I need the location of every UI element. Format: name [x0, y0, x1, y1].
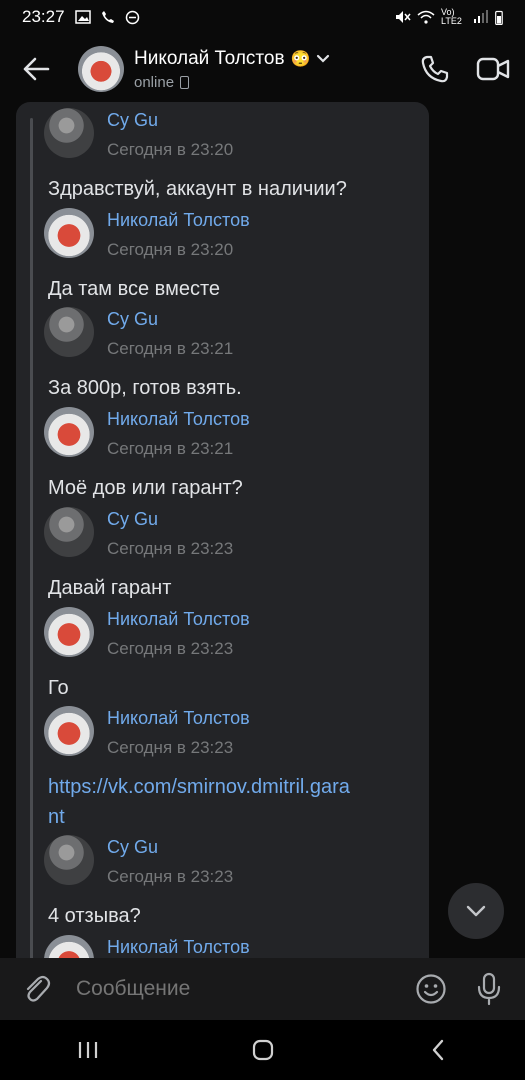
- wifi-icon: [417, 10, 435, 24]
- message-link-wrap: https://vk.com/smirnov.dmitril.garant: [48, 772, 358, 832]
- list-item: Cy Gu Сегодня в 23:23 4 отзыва?: [44, 835, 378, 931]
- list-item: Николай Толстов Сегодня в 23:23 https://…: [44, 706, 358, 832]
- dnd-icon: [125, 10, 139, 24]
- avatar[interactable]: [44, 607, 94, 657]
- message-link[interactable]: https://vk.com/smirnov.dmitril.garant: [48, 776, 350, 828]
- scroll-down-button[interactable]: [448, 883, 504, 939]
- message-time: Сегодня в 23:23: [107, 738, 234, 757]
- message-time: Сегодня в 23:23: [107, 639, 234, 658]
- message-text: Да там все вместе: [48, 278, 221, 300]
- avatar[interactable]: [44, 407, 94, 457]
- message-text: Давай гарант: [48, 577, 172, 599]
- message-time: Сегодня в 23:21: [107, 339, 234, 358]
- chevron-down-icon: [317, 54, 330, 63]
- message-text: Го: [48, 677, 69, 699]
- list-item: Cy Gu Сегодня в 23:21 За 800р, готов взя…: [44, 307, 378, 403]
- contact-status: online: [134, 73, 175, 91]
- list-item: Cy Gu Сегодня в 23:20 Здравствуй, аккаун…: [44, 108, 378, 204]
- gallery-icon: [74, 10, 91, 24]
- message-time: Сегодня в 23:20: [107, 140, 234, 159]
- mobile-icon: [180, 75, 190, 89]
- message-composer: [0, 958, 525, 1020]
- quote-bar: [30, 118, 33, 958]
- video-icon: [476, 57, 510, 81]
- message-text: За 800р, готов взять.: [48, 377, 242, 399]
- signal-icon: [474, 10, 488, 23]
- avatar[interactable]: [44, 208, 94, 258]
- status-bar: 23:27 Vo) LTE2: [0, 0, 525, 34]
- message-time: Сегодня в 23:23: [107, 539, 234, 558]
- microphone-icon: [477, 972, 501, 1006]
- message-text: Здравствуй, аккаунт в наличии?: [48, 178, 347, 200]
- contact-name: Николай Толстов: [134, 47, 285, 69]
- back-button[interactable]: [6, 39, 66, 99]
- message-author[interactable]: Николай Толстов: [107, 609, 250, 630]
- message-author[interactable]: Cy Gu: [107, 110, 233, 131]
- avatar[interactable]: [44, 307, 94, 357]
- phone-icon: [421, 55, 449, 83]
- attach-button[interactable]: [18, 971, 54, 1007]
- message-author[interactable]: Николай Толстов: [107, 937, 250, 958]
- battery-icon: [495, 10, 503, 25]
- chevron-down-icon: [466, 905, 486, 917]
- avatar[interactable]: [44, 507, 94, 557]
- call-button[interactable]: [417, 51, 453, 87]
- message-author[interactable]: Cy Gu: [107, 837, 233, 858]
- message-author[interactable]: Николай Толстов: [107, 409, 250, 430]
- message-input[interactable]: [74, 976, 413, 1002]
- network-label: Vo) LTE2: [441, 7, 462, 26]
- avatar[interactable]: [44, 835, 94, 885]
- list-item: Николай Толстов Сегодня в 23:23 Го: [44, 607, 378, 703]
- message-author[interactable]: Николай Толстов: [107, 210, 250, 231]
- emoji-button[interactable]: [413, 971, 449, 1007]
- system-nav-bar: [0, 1020, 525, 1080]
- list-item: Николай Толстов: [44, 935, 250, 958]
- message-time: Сегодня в 23:20: [107, 240, 234, 259]
- recent-apps-button[interactable]: [63, 1025, 113, 1075]
- forwarded-messages-bubble[interactable]: Cy Gu Сегодня в 23:20 Здравствуй, аккаун…: [16, 102, 429, 958]
- avatar[interactable]: [44, 706, 94, 756]
- chat-header: Николай Толстов 😳 online: [0, 34, 525, 104]
- message-author[interactable]: Николай Толстов: [107, 708, 250, 729]
- list-item: Николай Толстов Сегодня в 23:21 Моё дов …: [44, 407, 378, 503]
- voice-message-button[interactable]: [471, 971, 507, 1007]
- message-text: Моё дов или гарант?: [48, 477, 243, 499]
- paperclip-icon: [26, 975, 51, 1002]
- list-item: Cy Gu Сегодня в 23:23 Давай гарант: [44, 507, 378, 603]
- message-text: 4 отзыва?: [48, 905, 141, 927]
- recents-icon: [78, 1042, 97, 1058]
- back-nav-button[interactable]: [413, 1025, 463, 1075]
- message-author[interactable]: Cy Gu: [107, 309, 233, 330]
- contact-emoji: 😳: [290, 50, 311, 68]
- arrow-left-icon: [23, 57, 50, 81]
- chat-title[interactable]: Николай Толстов 😳 online: [134, 48, 417, 91]
- video-call-button[interactable]: [475, 51, 511, 87]
- message-author[interactable]: Cy Gu: [107, 509, 233, 530]
- avatar[interactable]: [78, 46, 124, 92]
- home-button[interactable]: [238, 1025, 288, 1075]
- status-time: 23:27: [22, 7, 65, 26]
- mute-icon: [396, 11, 411, 23]
- avatar[interactable]: [44, 935, 94, 958]
- chevron-left-icon: [432, 1039, 443, 1061]
- home-icon: [252, 1039, 273, 1061]
- avatar[interactable]: [44, 108, 94, 158]
- call-icon: [101, 11, 114, 23]
- list-item: Николай Толстов Сегодня в 23:20 Да там в…: [44, 208, 378, 304]
- message-time: Сегодня в 23:23: [107, 867, 234, 886]
- smile-icon: [416, 974, 446, 1004]
- message-time: Сегодня в 23:21: [107, 439, 234, 458]
